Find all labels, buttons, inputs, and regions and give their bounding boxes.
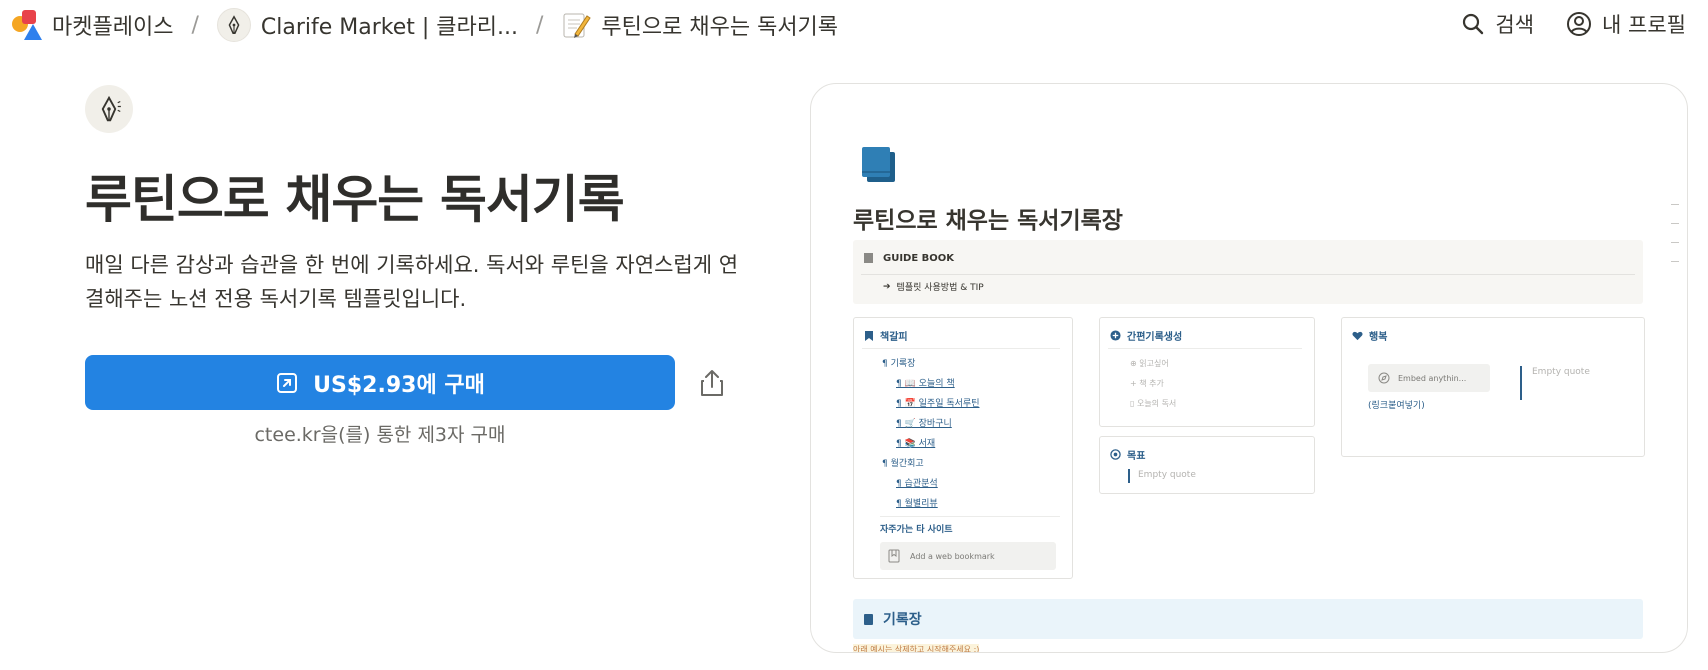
quick-button: + 책 추가: [1130, 379, 1164, 388]
guide-heading: GUIDE BOOK: [883, 252, 955, 264]
breadcrumb-label: Clarife Market | 클라리...: [260, 15, 518, 40]
plus-circle-icon: [1110, 330, 1121, 341]
bookmark-item: ¶ 월별리뷰: [896, 499, 938, 509]
bookmark-icon: [865, 330, 873, 341]
web-bookmark-placeholder: Add a web bookmark: [880, 542, 1056, 570]
external-link-icon: [277, 372, 298, 393]
compass-icon: [1378, 372, 1390, 384]
fountain-pen-icon: [101, 95, 121, 122]
quick-button: ⊕ 읽고싶어: [1130, 359, 1169, 368]
profile-label: 내 프로필: [1602, 13, 1686, 37]
book-page-icon: [862, 147, 895, 182]
share-button[interactable]: [698, 368, 726, 398]
breadcrumb-separator: /: [535, 12, 544, 38]
embed-block: Embed anythin...: [1368, 364, 1490, 392]
book-icon: [864, 613, 873, 625]
scroll-markers: [1671, 204, 1679, 280]
breadcrumb-label: 마켓플레이스: [52, 15, 174, 40]
marketplace-logo-icon: [12, 10, 42, 40]
goal-quote: Empty quote: [1138, 470, 1196, 480]
sites-heading: 자주가는 타 사이트: [880, 525, 953, 535]
happiness-heading: 행복: [1369, 332, 1388, 343]
goal-box: 목표 Empty quote: [1099, 436, 1315, 494]
fountain-pen-avatar-icon: [216, 8, 251, 42]
template-preview[interactable]: 루틴으로 채우는 독서기록장 GUIDE BOOK ➔ 템플릿 사용방법 & T…: [810, 83, 1688, 653]
breadcrumb-marketplace[interactable]: 마켓플레이스: [12, 9, 173, 41]
arrow-right-icon: ➔: [883, 281, 891, 292]
search-label: 검색: [1495, 13, 1535, 37]
book-icon: [864, 253, 873, 263]
breadcrumb-label: 루틴으로 채우는 독서기록: [601, 15, 839, 40]
bookmark-item: ¶ 월간회고: [882, 459, 924, 469]
guide-callout: GUIDE BOOK ➔ 템플릿 사용방법 & TIP: [853, 240, 1643, 304]
record-heading-block: 기록장: [853, 599, 1643, 639]
breadcrumb-separator: /: [191, 12, 199, 38]
guide-link: 템플릿 사용방법 & TIP: [896, 283, 984, 293]
bookmark-item: ¶ 기록장: [882, 359, 916, 369]
search-button[interactable]: 검색: [1461, 9, 1534, 39]
happiness-box: 행복 Embed anythin... (링크붙여넣기) Empty quote: [1341, 317, 1645, 457]
breadcrumb-creator[interactable]: Clarife Market | 클라리...: [216, 8, 518, 42]
share-icon: [701, 370, 723, 396]
target-icon: [1110, 449, 1121, 460]
embed-text: Embed anythin...: [1398, 373, 1467, 383]
heart-icon: [1352, 331, 1363, 340]
record-note: 아래 예시는 삭제하고 시작해주세요 :): [853, 644, 980, 653]
breadcrumb: 마켓플레이스 / Clarife Market | 클라리... / 루틴으로 …: [12, 8, 838, 42]
bookmarks-heading: 책갈피: [880, 332, 908, 343]
bookmark-item: ¶ 🛒 장바구니: [896, 419, 952, 429]
goal-heading: 목표: [1127, 451, 1146, 462]
preview-title: 루틴으로 채우는 독서기록장: [853, 208, 1123, 234]
user-circle-icon: [1567, 12, 1592, 36]
memo-icon: [561, 10, 592, 40]
buy-button-label: US$2.93에 구매: [313, 372, 485, 398]
bookmark-item: ¶ 📚 서재: [896, 439, 936, 449]
top-bar: 마켓플레이스 / Clarife Market | 클라리... / 루틴으로 …: [0, 0, 1708, 50]
happiness-quote: Empty quote: [1532, 367, 1590, 377]
bookmark-item: ¶ 📅 일주일 독서루틴: [896, 399, 980, 409]
quick-create-box: 간편기록생성 ⊕ 읽고싶어 + 책 추가 ▯ 오늘의 독서: [1099, 317, 1315, 427]
purchase-note: ctee.kr을(를) 통한 제3자 구매: [254, 424, 506, 446]
embed-caption: (링크붙여넣기): [1368, 401, 1425, 411]
bookmarks-box: 책갈피 ¶ 기록장 ¶ 📖 오늘의 책 ¶ 📅 일주일 독서루틴 ¶ 🛒 장바구…: [853, 317, 1073, 579]
buy-button[interactable]: US$2.93에 구매: [85, 355, 675, 410]
page-description: 매일 다른 감상과 습관을 한 번에 기록하세요. 독서와 루틴을 자연스럽게 …: [85, 253, 739, 311]
record-heading: 기록장: [883, 612, 922, 628]
quick-create-heading: 간편기록생성: [1127, 332, 1183, 343]
quick-button: ▯ 오늘의 독서: [1130, 399, 1177, 408]
search-icon: [1463, 13, 1484, 35]
bookmark-item: ¶ 습관분석: [896, 479, 938, 489]
page-title: 루틴으로 채우는 독서기록: [85, 171, 625, 230]
profile-button[interactable]: 내 프로필: [1566, 9, 1686, 39]
bookmark-page-icon: [888, 549, 900, 563]
creator-avatar: [85, 85, 133, 133]
bookmark-item: ¶ 📖 오늘의 책: [896, 379, 955, 389]
bookmark-placeholder-text: Add a web bookmark: [910, 551, 995, 561]
breadcrumb-template[interactable]: 루틴으로 채우는 독서기록: [561, 9, 838, 41]
